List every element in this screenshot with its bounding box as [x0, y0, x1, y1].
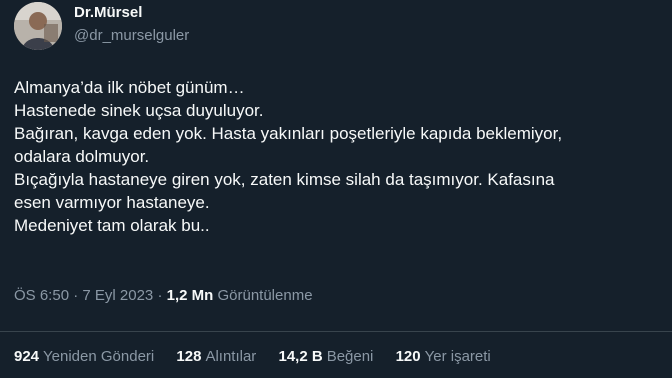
tweet-line: Hastenede sinek uçsa duyuluyor.: [14, 101, 264, 120]
stat-bookmarks[interactable]: 120 Yer işareti: [396, 348, 491, 365]
avatar[interactable]: [14, 2, 62, 50]
tweet-line: Bağıran, kavga eden yok. Hasta yakınları…: [14, 124, 563, 143]
tweet-line: esen varmıyor hastaneye.: [14, 193, 210, 212]
views-label: Görüntülenme: [217, 287, 313, 304]
tweet-line: Bıçağıyla hastaneye giren yok, zaten kim…: [14, 170, 555, 189]
stat-label: Yeniden Gönderi: [43, 348, 155, 365]
stat-count: 14,2 B: [278, 348, 323, 365]
meta-separator: ·: [157, 287, 163, 304]
stat-likes[interactable]: 14,2 B Beğeni: [278, 348, 373, 365]
tweet-date[interactable]: 7 Eyl 2023: [82, 287, 153, 304]
author-name[interactable]: Dr.Mürsel: [74, 4, 142, 21]
stat-count: 128: [176, 348, 202, 365]
stat-count: 120: [395, 348, 421, 365]
divider: [0, 331, 672, 332]
author-handle[interactable]: @dr_murselguler: [74, 27, 189, 44]
stat-count: 924: [14, 348, 40, 365]
views-count: 1,2 Mn: [166, 287, 214, 304]
stat-label: Beğeni: [326, 348, 374, 365]
tweet-meta: ÖS 6:50 · 7 Eyl 2023 · 1,2 Mn Görüntülen…: [14, 287, 313, 304]
tweet-text: Almanya’da ilk nöbet günüm… Hastenede si…: [14, 76, 664, 237]
avatar-photo-icon: [14, 2, 62, 50]
engagement-stats: 924 Yeniden Gönderi 128 Alıntılar 14,2 B Be…: [14, 348, 509, 365]
stat-quotes[interactable]: 128 Alıntılar: [176, 348, 256, 365]
stat-label: Alıntılar: [205, 348, 257, 365]
tweet-line: Medeniyet tam olarak bu..: [14, 216, 210, 235]
tweet-time[interactable]: ÖS 6:50: [14, 287, 69, 304]
tweet-line: Almanya’da ilk nöbet günüm…: [14, 78, 245, 97]
meta-separator: ·: [73, 287, 79, 304]
tweet-card: Dr.Mürsel @dr_murselguler Almanya’da ilk…: [0, 0, 672, 378]
tweet-line: odalara dolmuyor.: [14, 147, 150, 166]
stat-label: Yer işareti: [424, 348, 491, 365]
stat-reposts[interactable]: 924 Yeniden Gönderi: [14, 348, 154, 365]
